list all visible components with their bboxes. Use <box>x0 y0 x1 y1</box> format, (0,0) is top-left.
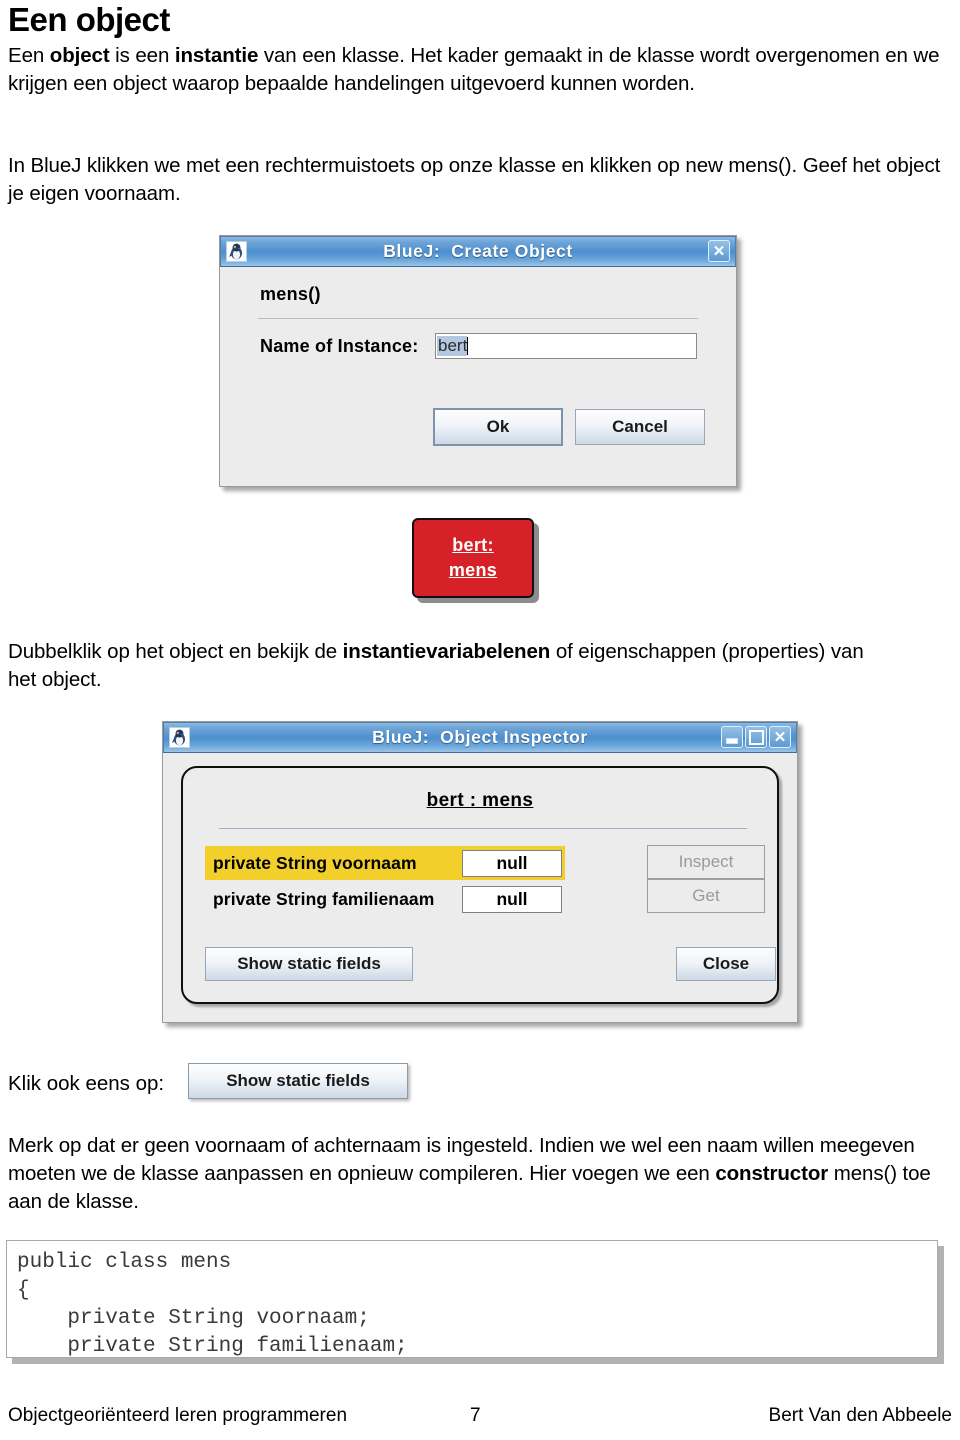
klik-ook-eens-op-label: Klik ook eens op: <box>8 1072 165 1095</box>
paragraph-2: In BlueJ klikken we met een rechtermuist… <box>8 154 941 205</box>
get-button[interactable]: Get <box>647 879 765 913</box>
show-static-fields-button[interactable]: Show static fields <box>205 947 413 981</box>
object-icon-class: mens <box>448 560 498 580</box>
maximize-icon[interactable] <box>745 726 767 748</box>
document-page: Een object Een object is een instantie v… <box>0 0 960 1440</box>
create-object-title: BlueJ: Create Object <box>383 241 573 261</box>
paragraph-1: Een object is een instantie van een klas… <box>8 44 940 95</box>
object-inspector-titlebar[interactable]: BlueJ: Object Inspector ✕ <box>163 722 797 753</box>
cancel-button[interactable]: Cancel <box>575 409 705 445</box>
close-button[interactable]: Close <box>676 947 776 981</box>
code-text: public class mens { private String voorn… <box>17 1251 408 1358</box>
bluej-object-instance-icon[interactable]: bert: mens <box>412 518 534 598</box>
object-icon-name: bert: <box>452 535 494 555</box>
bluej-object-inspector-dialog[interactable]: BlueJ: Object Inspector ✕ bert : mens pr… <box>162 721 798 1023</box>
minimize-icon[interactable] <box>721 726 743 748</box>
footer-right-text: Bert Van den Abbeele <box>768 1405 952 1426</box>
field-name: private String familienaam <box>213 888 435 909</box>
paragraph-3: Dubbelklik op het object en bekijk de in… <box>8 640 864 691</box>
paragraph-5: Merk op dat er geen voornaam of achterna… <box>8 1134 931 1213</box>
footer-page-number: 7 <box>470 1405 481 1426</box>
field-name: private String voornaam <box>213 852 417 873</box>
divider <box>258 318 698 319</box>
bluej-create-object-dialog[interactable]: BlueJ: Create Object ✕ mens() Name of In… <box>219 235 737 487</box>
bluej-penguin-icon <box>169 727 190 748</box>
minimize-glyph <box>722 727 742 747</box>
close-icon[interactable]: ✕ <box>708 240 730 262</box>
inspector-heading: bert : mens <box>426 790 534 811</box>
page-title: Een object <box>8 1 170 38</box>
close-glyph: ✕ <box>773 728 787 746</box>
instance-name-input[interactable]: bert <box>435 333 697 359</box>
field-value: null <box>462 885 562 913</box>
page-footer: Objectgeoriënteerd leren programmeren 7 … <box>0 1405 960 1435</box>
code-block: public class mens { private String voorn… <box>6 1240 938 1358</box>
ok-button[interactable]: Ok <box>433 408 563 446</box>
footer-left-text: Objectgeoriënteerd leren programmeren <box>8 1405 348 1426</box>
text-caret <box>467 337 469 355</box>
object-inspector-panel: bert : mens private String voornaam null… <box>181 766 779 1004</box>
close-glyph: ✕ <box>712 242 726 260</box>
field-row-familienaam[interactable]: private String familienaam null <box>205 882 565 916</box>
create-object-titlebar[interactable]: BlueJ: Create Object ✕ <box>220 236 736 267</box>
field-value: null <box>462 849 562 877</box>
inline-show-static-fields-button[interactable]: Show static fields <box>188 1063 408 1099</box>
field-row-voornaam[interactable]: private String voornaam null <box>205 846 565 880</box>
object-inspector-window-buttons[interactable]: ✕ <box>721 726 791 748</box>
close-icon[interactable]: ✕ <box>769 726 791 748</box>
constructor-signature-label: mens() <box>260 284 321 304</box>
name-of-instance-label: Name of Instance: <box>260 336 419 356</box>
object-inspector-title: BlueJ: Object Inspector <box>372 727 588 747</box>
create-object-window-buttons[interactable]: ✕ <box>708 240 730 262</box>
bluej-penguin-icon <box>226 241 247 262</box>
divider <box>219 828 747 829</box>
inspect-button[interactable]: Inspect <box>647 845 765 879</box>
instance-name-value: bert <box>437 336 468 356</box>
maximize-glyph <box>746 727 766 747</box>
